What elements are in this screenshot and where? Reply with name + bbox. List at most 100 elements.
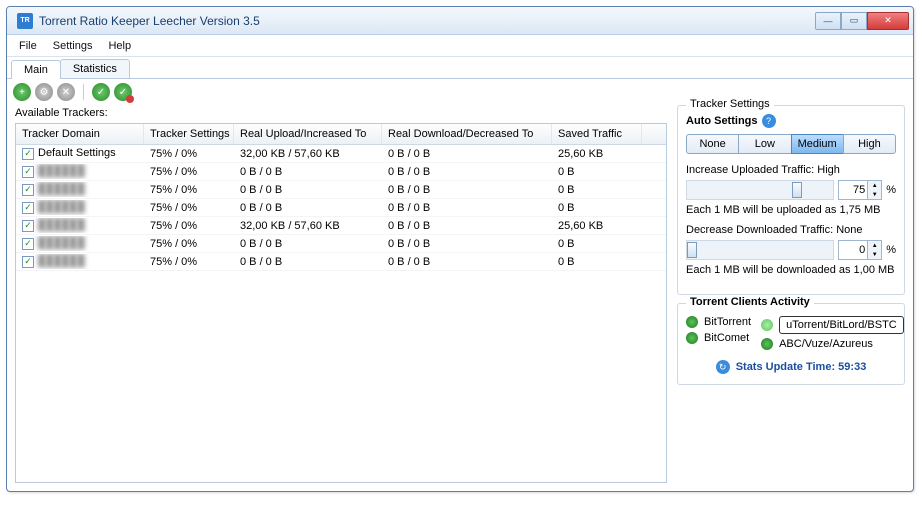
tab-bar: Main Statistics	[7, 57, 913, 79]
cell-download: 0 B / 0 B	[382, 255, 552, 269]
table-header: Tracker Domain Tracker Settings Real Upl…	[16, 124, 666, 145]
col-settings[interactable]: Tracker Settings	[144, 124, 234, 144]
client-utorrent: uTorrent/BitLord/BSTC	[761, 316, 904, 334]
trackers-table[interactable]: Tracker Domain Tracker Settings Real Upl…	[15, 123, 667, 483]
stats-update: ↻ Stats Update Time: 59:33	[686, 360, 896, 374]
table-row[interactable]: ✓██████75% / 0%0 B / 0 B0 B / 0 B0 B	[16, 181, 666, 199]
clients-group: Torrent Clients Activity BitTorrent BitC…	[677, 303, 905, 385]
close-button[interactable]: ✕	[867, 12, 909, 30]
checkbox[interactable]: ✓	[22, 148, 34, 160]
cell-upload: 0 B / 0 B	[234, 201, 382, 215]
cell-domain: ██████	[38, 165, 85, 177]
apply-error-icon[interactable]: ✓	[114, 83, 132, 101]
refresh-icon[interactable]: ↻	[716, 360, 730, 374]
titlebar: TR Torrent Ratio Keeper Leecher Version …	[7, 7, 913, 35]
cell-saved: 0 B	[552, 255, 642, 269]
toolbar: + ⚙ ✕ ✓ ✓	[7, 79, 913, 105]
status-dot-icon	[761, 319, 773, 331]
menu-help[interactable]: Help	[100, 38, 139, 54]
level-segmented: None Low Medium High	[686, 134, 896, 154]
cell-saved: 25,60 KB	[552, 147, 642, 161]
cell-saved: 0 B	[552, 237, 642, 251]
table-row[interactable]: ✓██████75% / 0%0 B / 0 B0 B / 0 B0 B	[16, 235, 666, 253]
status-dot-icon	[686, 332, 698, 344]
level-none[interactable]: None	[686, 134, 739, 154]
content: Available Trackers: Tracker Domain Track…	[7, 105, 913, 491]
upload-slider[interactable]	[686, 180, 834, 200]
table-row[interactable]: ✓██████75% / 0%0 B / 0 B0 B / 0 B0 B	[16, 199, 666, 217]
auto-settings-label: Auto Settings	[686, 115, 758, 127]
toolbar-divider	[83, 84, 84, 100]
upload-value[interactable]	[839, 181, 867, 199]
checkbox[interactable]: ✓	[22, 238, 34, 250]
minimize-button[interactable]: —	[815, 12, 841, 30]
status-dot-icon	[686, 316, 698, 328]
cell-settings: 75% / 0%	[144, 237, 234, 251]
checkbox[interactable]: ✓	[22, 220, 34, 232]
cell-settings: 75% / 0%	[144, 165, 234, 179]
trackers-label: Available Trackers:	[15, 105, 667, 123]
level-low[interactable]: Low	[738, 134, 791, 154]
col-saved[interactable]: Saved Traffic	[552, 124, 642, 144]
up-arrow-icon[interactable]: ▲	[867, 181, 881, 190]
cell-domain: ██████	[38, 255, 85, 267]
apply-icon[interactable]: ✓	[92, 83, 110, 101]
col-download[interactable]: Real Download/Decreased To	[382, 124, 552, 144]
table-row[interactable]: ✓██████75% / 0%0 B / 0 B0 B / 0 B0 B	[16, 163, 666, 181]
down-arrow-icon[interactable]: ▼	[867, 190, 881, 199]
cell-settings: 75% / 0%	[144, 183, 234, 197]
stats-text: Stats Update Time: 59:33	[736, 361, 867, 373]
upload-spinner[interactable]: ▲▼	[838, 180, 882, 200]
menu-file[interactable]: File	[11, 38, 45, 54]
table-row[interactable]: ✓Default Settings75% / 0%32,00 KB / 57,6…	[16, 145, 666, 163]
cell-domain: ██████	[38, 237, 85, 249]
status-dot-icon	[761, 338, 773, 350]
gear-icon[interactable]: ⚙	[35, 83, 53, 101]
cell-domain: ██████	[38, 201, 85, 213]
client-bittorrent: BitTorrent	[686, 316, 751, 328]
cell-upload: 0 B / 0 B	[234, 255, 382, 269]
download-value[interactable]	[839, 241, 867, 259]
cell-download: 0 B / 0 B	[382, 183, 552, 197]
download-label: Decrease Downloaded Traffic: None	[686, 224, 896, 236]
delete-icon[interactable]: ✕	[57, 83, 75, 101]
checkbox[interactable]: ✓	[22, 184, 34, 196]
cell-saved: 0 B	[552, 183, 642, 197]
window-title: Torrent Ratio Keeper Leecher Version 3.5	[39, 14, 815, 28]
down-arrow-icon[interactable]: ▼	[867, 250, 881, 259]
cell-settings: 75% / 0%	[144, 219, 234, 233]
checkbox[interactable]: ✓	[22, 166, 34, 178]
cell-upload: 0 B / 0 B	[234, 165, 382, 179]
cell-domain: ██████	[38, 183, 85, 195]
maximize-button[interactable]: ▭	[841, 12, 867, 30]
checkbox[interactable]: ✓	[22, 202, 34, 214]
help-icon[interactable]: ?	[762, 114, 776, 128]
col-domain[interactable]: Tracker Domain	[16, 124, 144, 144]
col-upload[interactable]: Real Upload/Increased To	[234, 124, 382, 144]
tracker-settings-group: Tracker Settings Auto Settings ? None Lo…	[677, 105, 905, 295]
tab-statistics[interactable]: Statistics	[60, 59, 130, 78]
tab-main[interactable]: Main	[11, 60, 61, 79]
tracker-settings-legend: Tracker Settings	[686, 98, 774, 110]
app-icon: TR	[17, 13, 33, 29]
table-row[interactable]: ✓██████75% / 0%32,00 KB / 57,60 KB0 B / …	[16, 217, 666, 235]
table-row[interactable]: ✓██████75% / 0%0 B / 0 B0 B / 0 B0 B	[16, 253, 666, 271]
trackers-panel: Available Trackers: Tracker Domain Track…	[15, 105, 667, 483]
cell-download: 0 B / 0 B	[382, 219, 552, 233]
level-high[interactable]: High	[843, 134, 896, 154]
client-abc: ABC/Vuze/Azureus	[761, 338, 904, 350]
menu-settings[interactable]: Settings	[45, 38, 101, 54]
level-medium[interactable]: Medium	[791, 134, 844, 154]
download-spinner[interactable]: ▲▼	[838, 240, 882, 260]
right-panel: Tracker Settings Auto Settings ? None Lo…	[677, 105, 905, 483]
upload-label: Increase Uploaded Traffic: High	[686, 164, 896, 176]
checkbox[interactable]: ✓	[22, 256, 34, 268]
add-icon[interactable]: +	[13, 83, 31, 101]
cell-settings: 75% / 0%	[144, 255, 234, 269]
cell-upload: 0 B / 0 B	[234, 183, 382, 197]
download-slider[interactable]	[686, 240, 834, 260]
cell-settings: 75% / 0%	[144, 201, 234, 215]
download-slider-row: ▲▼ %	[686, 240, 896, 260]
percent-label: %	[886, 244, 896, 256]
up-arrow-icon[interactable]: ▲	[867, 241, 881, 250]
